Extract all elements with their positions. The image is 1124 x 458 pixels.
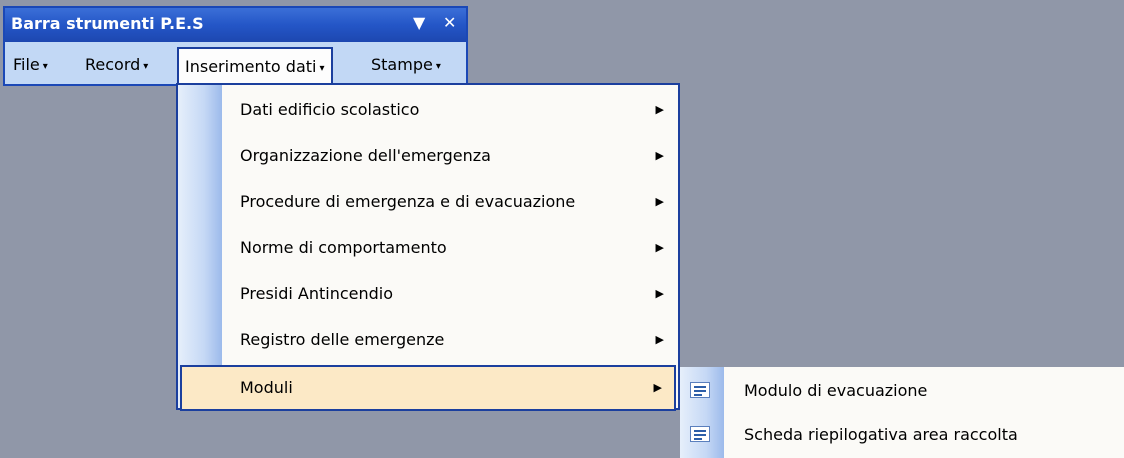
menu-item-label: Scheda riepilogativa area raccolta <box>744 425 1018 444</box>
menu-item-label: Organizzazione dell'emergenza <box>240 146 491 165</box>
menu-item-label: Modulo di evacuazione <box>744 381 928 400</box>
form-icon <box>690 426 710 442</box>
menu-file[interactable]: File ▾ <box>7 47 54 83</box>
submenu-arrow-icon: ▶ <box>655 103 664 116</box>
menu-record[interactable]: Record ▾ <box>79 47 154 83</box>
pes-toolbar: Barra strumenti P.E.S ▼ ✕ File ▾ Record ▾ … <box>3 6 468 87</box>
submenu-arrow-icon: ▶ <box>655 333 664 346</box>
menu-item-scheda-riepilogativa[interactable]: Scheda riepilogativa area raccolta <box>680 413 1124 457</box>
close-icon[interactable]: ✕ <box>443 13 456 32</box>
menu-item-registro-emergenze[interactable]: Registro delle emergenze ▶ <box>178 317 678 363</box>
menu-inserimento-dati-label: Inserimento dati <box>185 57 317 76</box>
menu-item-label: Presidi Antincendio <box>240 284 394 303</box>
submenu-arrow-icon: ▶ <box>655 287 664 300</box>
menu-item-label: Procedure di emergenza e di evacuazione <box>240 192 576 211</box>
menu-item-moduli[interactable]: Moduli ▶ <box>180 365 676 411</box>
submenu-arrow-icon: ▶ <box>655 149 664 162</box>
menu-stampe[interactable]: Stampe ▾ <box>365 47 447 83</box>
menu-item-label: Norme di comportamento <box>240 238 447 257</box>
menu-file-label: File <box>13 55 40 74</box>
menu-stampe-label: Stampe <box>371 55 433 74</box>
menu-item-label: Dati edificio scolastico <box>240 100 420 119</box>
toolbar-title: Barra strumenti P.E.S <box>11 14 204 33</box>
chevron-down-icon: ▾ <box>143 61 149 72</box>
menu-item-modulo-evacuazione[interactable]: Modulo di evacuazione <box>680 369 1124 413</box>
toolbar-options-icon[interactable]: ▼ <box>413 13 425 32</box>
menu-item-label: Moduli <box>240 378 293 397</box>
menu-item-presidi-antincendio[interactable]: Presidi Antincendio ▶ <box>178 271 678 317</box>
submenu-arrow-icon: ▶ <box>653 381 662 394</box>
menu-record-label: Record <box>85 55 141 74</box>
menu-item-procedure-emergenza[interactable]: Procedure di emergenza e di evacuazione ▶ <box>178 179 678 225</box>
menu-item-organizzazione-emergenza[interactable]: Organizzazione dell'emergenza ▶ <box>178 133 678 179</box>
moduli-submenu: Modulo di evacuazione Scheda riepilogati… <box>680 367 1124 458</box>
toolbar-titlebar[interactable]: Barra strumenti P.E.S ▼ ✕ <box>5 8 466 42</box>
form-icon <box>690 382 710 398</box>
submenu-arrow-icon: ▶ <box>655 195 664 208</box>
submenu-arrow-icon: ▶ <box>655 241 664 254</box>
menu-inserimento-dati[interactable]: Inserimento dati ▾ <box>177 47 333 87</box>
menu-item-dati-edificio-scolastico[interactable]: Dati edificio scolastico ▶ <box>178 87 678 133</box>
chevron-down-icon: ▾ <box>435 61 441 72</box>
menu-item-norme-comportamento[interactable]: Norme di comportamento ▶ <box>178 225 678 271</box>
inserimento-dati-dropdown: Dati edificio scolastico ▶ Organizzazione… <box>176 83 680 411</box>
menu-item-label: Registro delle emergenze <box>240 330 445 349</box>
chevron-down-icon: ▾ <box>42 61 48 72</box>
chevron-down-icon: ▾ <box>319 63 325 74</box>
